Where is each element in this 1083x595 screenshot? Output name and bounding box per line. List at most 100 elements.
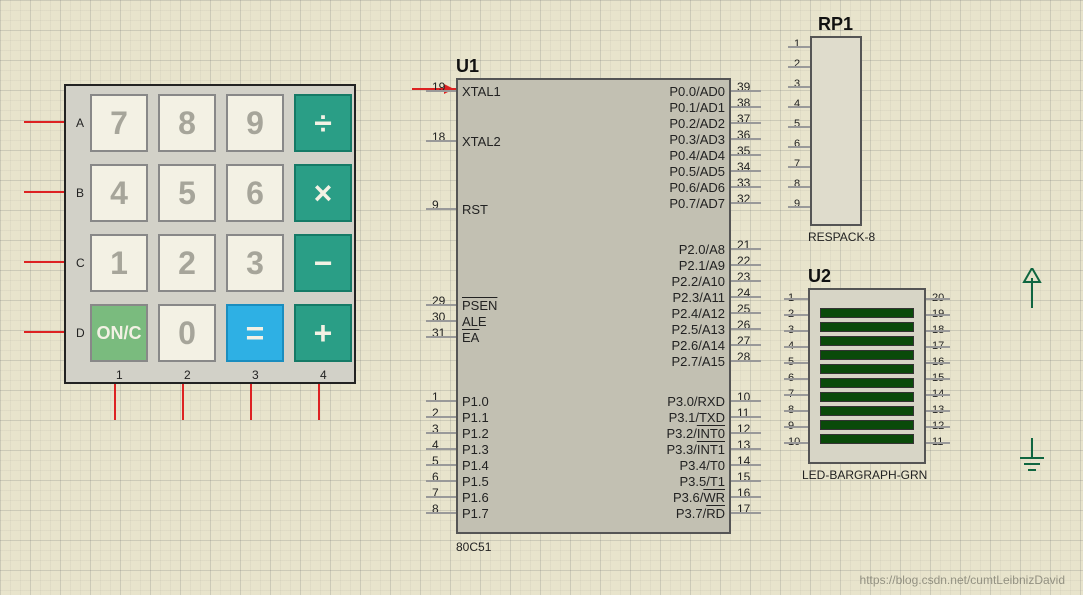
pin-name: P1.1: [462, 410, 489, 425]
row-wire-b: [24, 191, 64, 193]
rp-pin-number: 1: [794, 38, 800, 50]
pin-name: PSEN: [462, 298, 497, 313]
pin-name: P1.0: [462, 394, 489, 409]
key-5[interactable]: 5: [158, 164, 216, 222]
col-label-1: 1: [116, 368, 123, 382]
pin-stub: [784, 346, 808, 348]
rp-pin-number: 8: [794, 178, 800, 190]
pin-stub: [426, 448, 456, 450]
led-bar: [820, 420, 914, 430]
key-9[interactable]: 9: [226, 94, 284, 152]
pin-stub: [731, 122, 761, 124]
pin-stub: [426, 90, 456, 92]
resistor-pack: [810, 36, 862, 226]
pin-name: P1.7: [462, 506, 489, 521]
pin-stub: [788, 166, 810, 168]
row-wire-a: [24, 121, 64, 123]
pin-stub: [788, 66, 810, 68]
pin-name: P2.7/A15: [672, 354, 726, 369]
led-bar: [820, 322, 914, 332]
key-2[interactable]: 2: [158, 234, 216, 292]
key-8[interactable]: 8: [158, 94, 216, 152]
rp-pin-number: 4: [794, 98, 800, 110]
pin-stub: [788, 146, 810, 148]
key-minus[interactable]: −: [294, 234, 352, 292]
pin-stub: [731, 202, 761, 204]
pin-stub: [426, 496, 456, 498]
pin-stub: [784, 330, 808, 332]
rp-pin-number: 2: [794, 58, 800, 70]
col-label-2: 2: [184, 368, 191, 382]
pin-stub: [731, 464, 761, 466]
pin-name: P0.2/AD2: [669, 116, 725, 131]
col-wire-1: [114, 384, 116, 420]
pin-stub: [731, 186, 761, 188]
row-label-d: D: [76, 326, 85, 340]
pin-stub: [426, 336, 456, 338]
watermark: https://blog.csdn.net/cumtLeibnizDavid: [860, 573, 1065, 587]
led-bargraph: [808, 288, 926, 464]
rp-pin-number: 7: [794, 158, 800, 170]
pin-stub: [788, 186, 810, 188]
col-label-3: 3: [252, 368, 259, 382]
pin-stub: [731, 496, 761, 498]
key-4[interactable]: 4: [90, 164, 148, 222]
led-bar: [820, 434, 914, 444]
pin-stub: [731, 312, 761, 314]
key-on-c[interactable]: ON/C: [90, 304, 148, 362]
pin-stub: [731, 512, 761, 514]
pin-stub: [731, 248, 761, 250]
key-equals[interactable]: =: [226, 304, 284, 362]
pin-stub: [926, 314, 950, 316]
key-1[interactable]: 1: [90, 234, 148, 292]
pin-stub: [426, 304, 456, 306]
pin-stub: [788, 106, 810, 108]
pin-name: P0.0/AD0: [669, 84, 725, 99]
pin-stub: [731, 138, 761, 140]
col-wire-2: [182, 384, 184, 420]
pin-stub: [926, 330, 950, 332]
row-wire-c: [24, 261, 64, 263]
chip-ref: U1: [456, 56, 479, 77]
rp-pin-number: 9: [794, 198, 800, 210]
led-bar: [820, 336, 914, 346]
key-divide[interactable]: ÷: [294, 94, 352, 152]
key-6[interactable]: 6: [226, 164, 284, 222]
pin-name: P3.2/INT0: [666, 426, 725, 441]
row-label-c: C: [76, 256, 85, 270]
led-bar: [820, 350, 914, 360]
rp-pin-number: 6: [794, 138, 800, 150]
led-bar: [820, 364, 914, 374]
key-plus[interactable]: +: [294, 304, 352, 362]
pin-stub: [784, 442, 808, 444]
key-multiply[interactable]: ×: [294, 164, 352, 222]
pin-stub: [426, 416, 456, 418]
pin-stub: [731, 90, 761, 92]
pin-stub: [731, 296, 761, 298]
ground-icon: [1018, 438, 1046, 478]
pin-stub: [731, 344, 761, 346]
pin-stub: [731, 400, 761, 402]
pin-name: P3.5/T1: [679, 474, 725, 489]
bargraph-ref: U2: [808, 266, 831, 287]
keypad: A B C D 1 2 3 4 7 8 9 ÷ 4 5 6 × 1 2 3 − …: [64, 84, 356, 384]
pin-name: P1.4: [462, 458, 489, 473]
pin-name: XTAL1: [462, 84, 501, 99]
pin-stub: [784, 362, 808, 364]
pin-stub: [731, 448, 761, 450]
pin-stub: [784, 378, 808, 380]
pin-stub: [731, 264, 761, 266]
pin-name: P1.3: [462, 442, 489, 457]
pin-stub: [426, 320, 456, 322]
pin-stub: [788, 46, 810, 48]
pin-name: P2.0/A8: [679, 242, 725, 257]
pin-stub: [926, 362, 950, 364]
pin-stub: [426, 208, 456, 210]
power-up-icon: [1018, 268, 1046, 308]
pin-name: RST: [462, 202, 488, 217]
col-label-4: 4: [320, 368, 327, 382]
pin-name: P0.3/AD3: [669, 132, 725, 147]
key-7[interactable]: 7: [90, 94, 148, 152]
key-3[interactable]: 3: [226, 234, 284, 292]
key-0[interactable]: 0: [158, 304, 216, 362]
